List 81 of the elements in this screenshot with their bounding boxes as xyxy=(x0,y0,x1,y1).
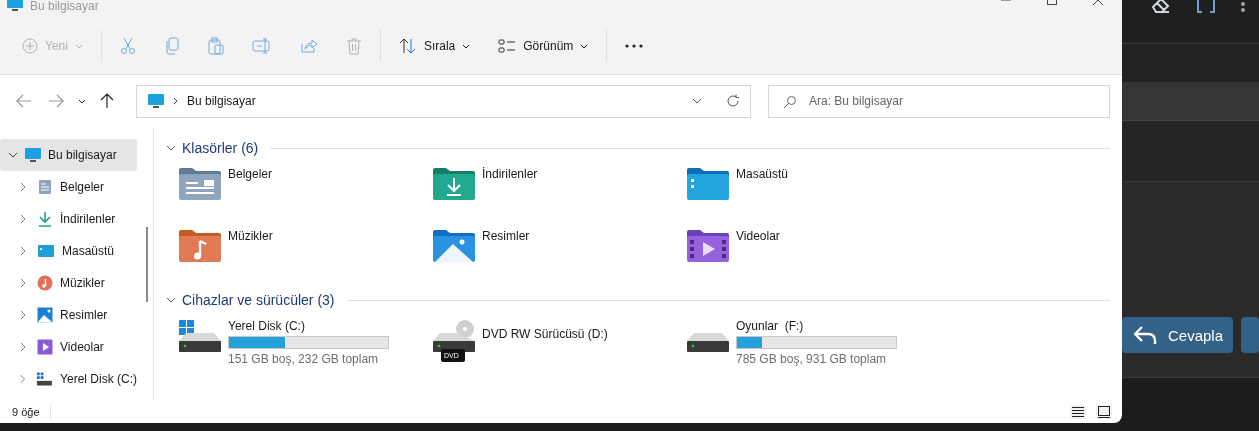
drive-icon xyxy=(36,371,54,387)
kebab-icon[interactable] xyxy=(1240,0,1246,14)
folder-icon[interactable] xyxy=(432,167,476,201)
address-path: Bu bilgisayar xyxy=(187,94,256,108)
refresh-icon[interactable] xyxy=(726,94,740,108)
folder-icon[interactable] xyxy=(432,229,476,263)
section-title[interactable]: Cihazlar ve sürücüler (3) xyxy=(182,292,335,308)
chevron-icon[interactable] xyxy=(18,278,28,288)
dvd-drive-icon[interactable] xyxy=(432,319,476,363)
sidebar-item[interactable]: Resimler xyxy=(0,299,137,331)
collapse-icon[interactable] xyxy=(166,144,176,152)
caret-icon xyxy=(78,98,86,104)
sidebar-item[interactable]: Yerel Disk (C:) xyxy=(0,363,137,395)
chevron-icon[interactable] xyxy=(18,342,28,352)
sidebar-item[interactable]: Bu bilgisayar xyxy=(0,139,137,171)
tiles-view-icon[interactable] xyxy=(1096,404,1112,419)
dropdown-icon[interactable] xyxy=(692,98,702,104)
section-title[interactable]: Klasörler (6) xyxy=(182,140,259,156)
monitor-icon xyxy=(24,147,42,163)
video-icon xyxy=(37,339,53,355)
view-icon xyxy=(498,39,517,53)
rename-icon xyxy=(251,38,272,54)
capacity-text: 785 GB boş, 931 GB toplam xyxy=(736,352,888,366)
chevron-icon[interactable] xyxy=(18,182,28,192)
item-label[interactable]: Resimler xyxy=(482,229,530,243)
item-label[interactable]: Müzikler xyxy=(228,229,273,243)
drive-icon[interactable] xyxy=(178,319,222,353)
sort-icon xyxy=(398,38,417,54)
chevron-icon xyxy=(173,97,179,105)
music-icon xyxy=(37,275,53,291)
address-bar[interactable]: Bu bilgisayar xyxy=(136,84,751,118)
eraser-icon[interactable] xyxy=(1150,0,1172,14)
sidebar-item[interactable]: İndirilenler xyxy=(0,203,137,235)
picture-icon xyxy=(37,307,53,323)
cut-icon xyxy=(119,37,136,55)
up-icon xyxy=(100,93,114,109)
desktop-icon xyxy=(37,244,55,258)
monitor-icon xyxy=(6,0,24,12)
monitor-icon xyxy=(147,93,165,109)
trash-icon xyxy=(345,37,362,55)
details-view-icon[interactable] xyxy=(1070,404,1086,419)
sidebar-item[interactable]: Müzikler xyxy=(0,267,137,299)
chevron-icon[interactable] xyxy=(18,310,28,320)
item-label[interactable]: İndirilenler xyxy=(482,167,538,181)
chevron-icon[interactable] xyxy=(18,214,28,224)
clipboard-icon xyxy=(207,37,224,55)
caret-icon xyxy=(580,43,589,49)
more-icon xyxy=(625,44,644,48)
collapse-icon[interactable] xyxy=(166,296,176,304)
folder-icon[interactable] xyxy=(686,229,730,263)
sidebar-item[interactable]: Videolar xyxy=(0,331,137,363)
brackets-icon[interactable] xyxy=(1196,0,1216,14)
window-title: Bu bilgisayar xyxy=(30,0,99,13)
item-label[interactable]: Videolar xyxy=(736,229,780,243)
document-icon xyxy=(37,179,53,195)
item-label[interactable]: Masaüstü xyxy=(736,167,789,181)
item-label[interactable]: Oyunlar (F:) xyxy=(736,319,897,333)
item-label[interactable]: Belgeler xyxy=(228,167,273,181)
chevron-icon[interactable] xyxy=(8,150,18,160)
reply-icon xyxy=(1132,324,1158,346)
item-count: 9 öğe xyxy=(12,405,40,418)
copy-icon xyxy=(163,37,180,55)
search-field[interactable]: Ara: Bu bilgisayar xyxy=(768,84,1110,118)
search-icon xyxy=(783,94,797,109)
chevron-icon[interactable] xyxy=(18,246,28,256)
sort-button[interactable]: Sırala xyxy=(388,32,481,60)
reply-button[interactable]: Cevapla xyxy=(1122,317,1234,353)
sidebar-item[interactable]: Belgeler xyxy=(0,171,137,203)
item-label[interactable]: DVD RW Sürücüsü (D:) xyxy=(482,327,608,341)
forward-icon xyxy=(48,94,64,108)
caret-icon xyxy=(462,43,471,49)
download-icon xyxy=(37,211,53,227)
view-button[interactable]: Görünüm xyxy=(488,33,599,59)
back-icon xyxy=(16,94,32,108)
item-label[interactable]: Yerel Disk (C:) xyxy=(228,319,389,333)
folder-icon[interactable] xyxy=(686,167,730,201)
share-icon xyxy=(299,38,318,54)
plus-icon xyxy=(22,38,38,54)
capacity-text: 151 GB boş, 232 GB toplam xyxy=(228,352,380,366)
caret-icon xyxy=(74,43,83,49)
sidebar-item[interactable]: Masaüstü xyxy=(0,235,137,267)
